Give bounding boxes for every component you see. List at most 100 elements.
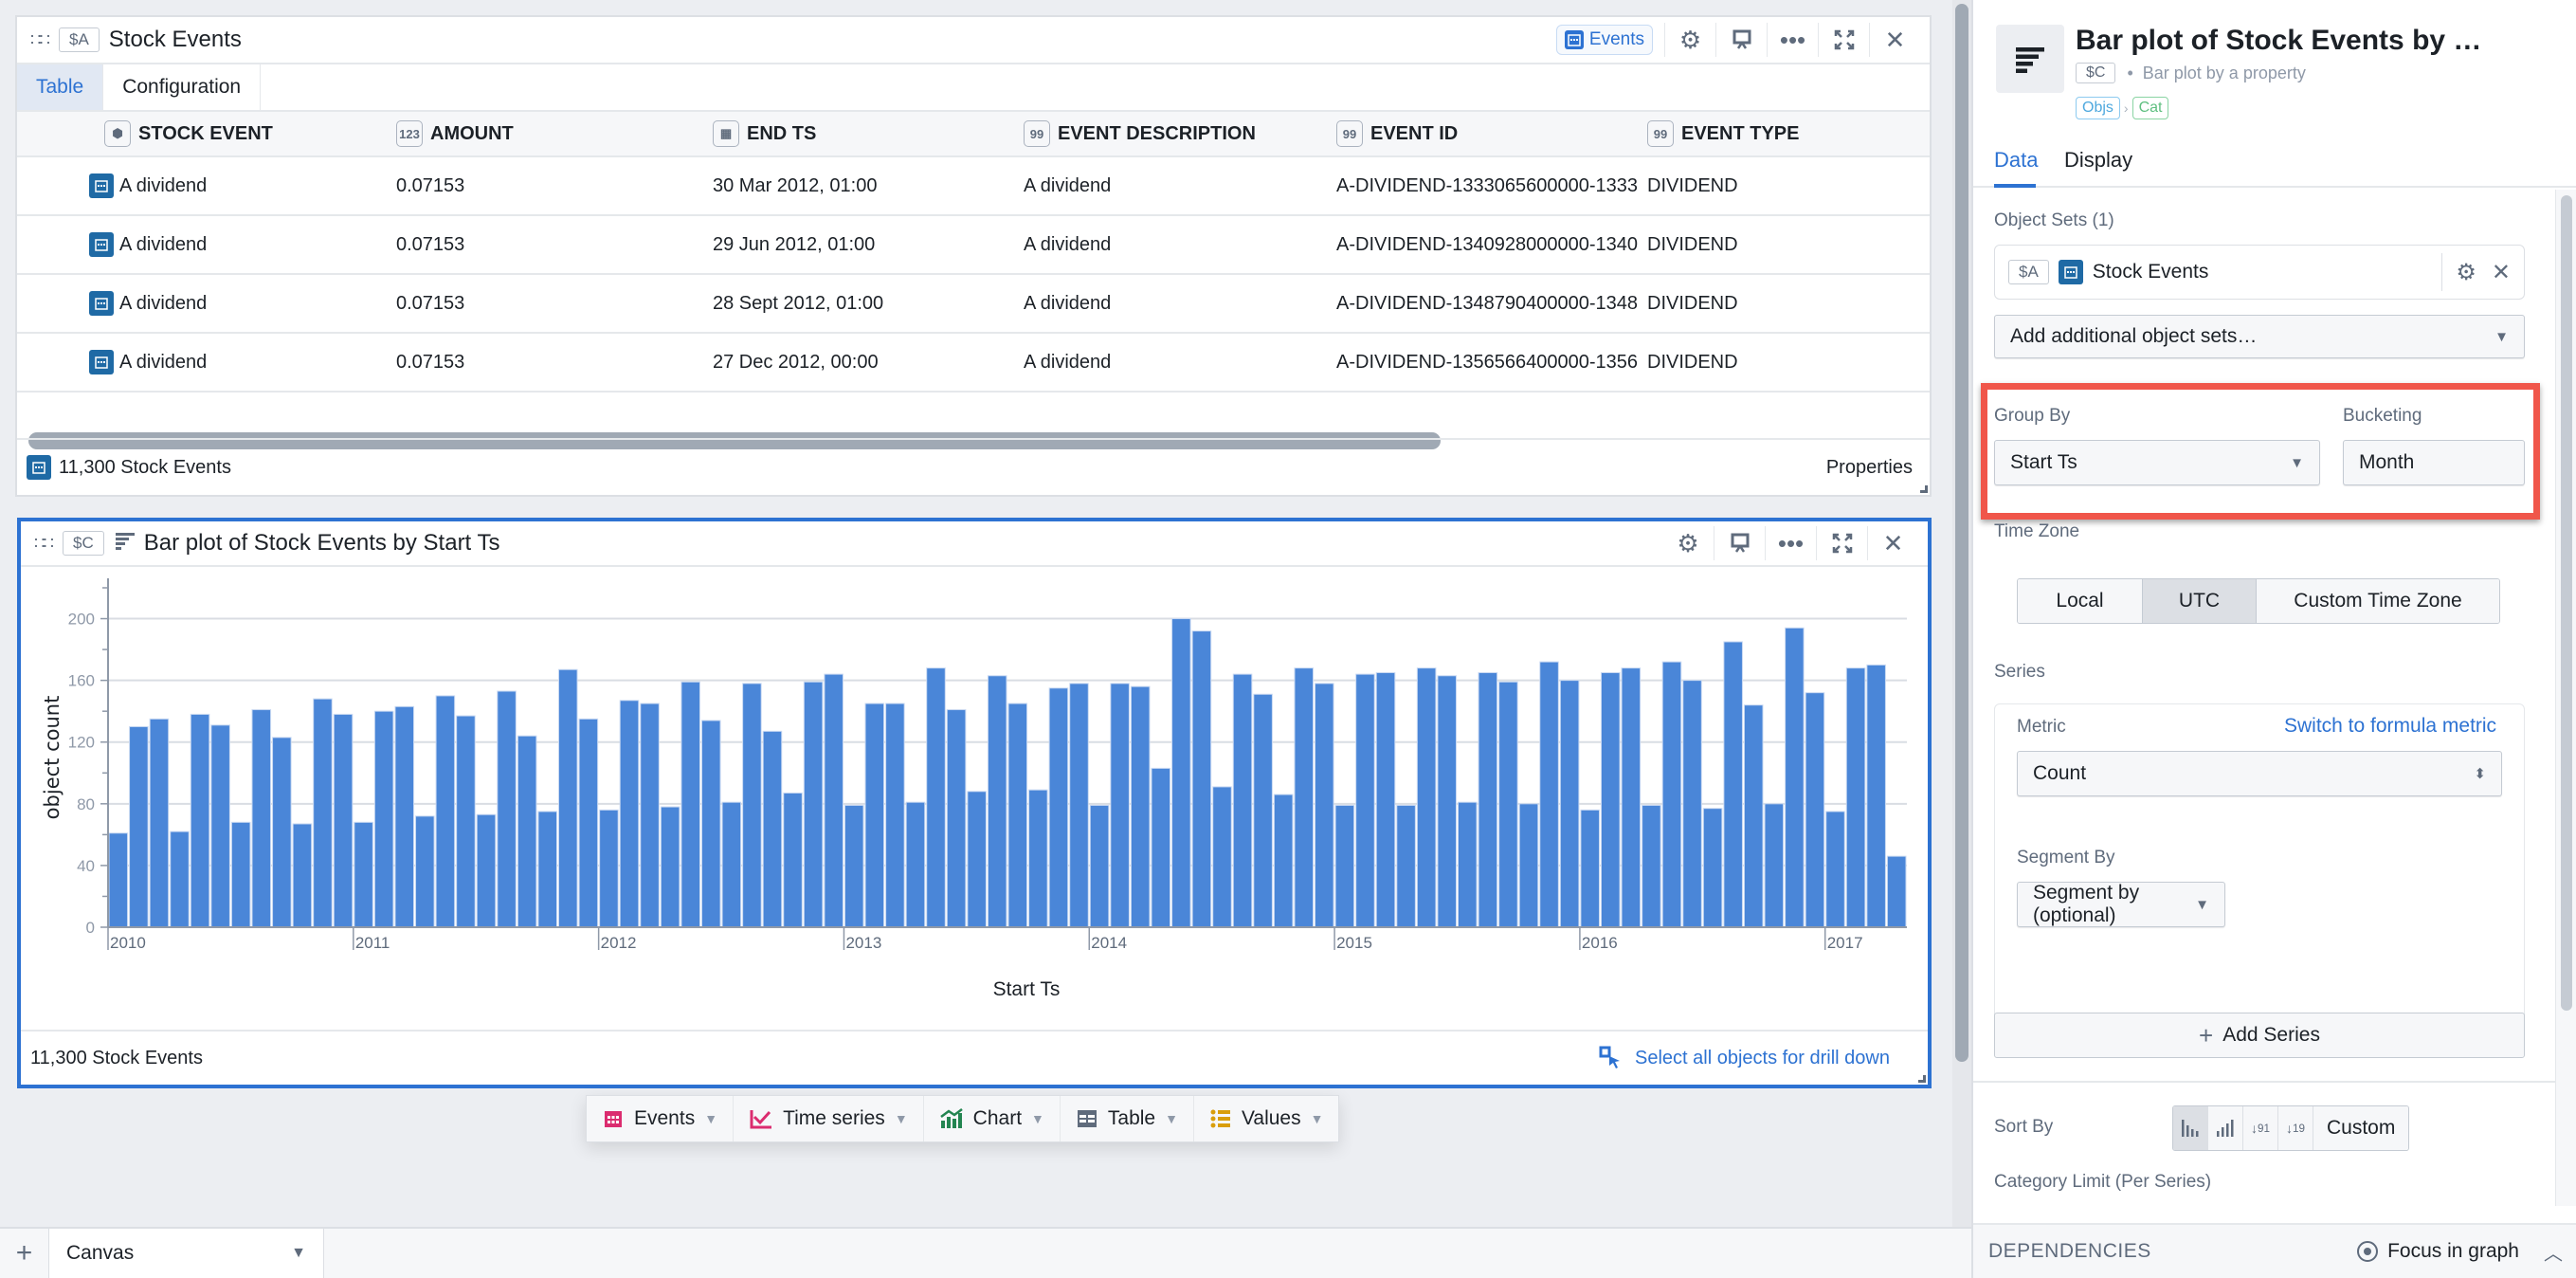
time-zone-custom[interactable]: Custom Time Zone: [2257, 579, 2499, 623]
bar[interactable]: [1212, 786, 1232, 928]
focus-in-graph-button[interactable]: Focus in graph: [2357, 1240, 2519, 1263]
column-header-event-id[interactable]: 99 EVENT ID: [1336, 120, 1458, 147]
table-cell[interactable]: A-DIVIDEND-1340928000000-1340: [1336, 234, 1638, 256]
sort-ascending-bars-icon[interactable]: [2208, 1106, 2243, 1150]
bar[interactable]: [987, 675, 1007, 928]
maximize-icon[interactable]: [1816, 526, 1867, 560]
bar[interactable]: [742, 683, 762, 928]
more-options-icon[interactable]: •••: [1765, 526, 1816, 560]
bar[interactable]: [1702, 808, 1723, 928]
bar[interactable]: [210, 724, 230, 928]
bar[interactable]: [1845, 667, 1866, 928]
bar[interactable]: [721, 801, 742, 928]
bar[interactable]: [905, 801, 926, 928]
drag-handle-icon[interactable]: ∷∷: [30, 30, 59, 50]
bar[interactable]: [1886, 855, 1907, 928]
scrollbar-thumb[interactable]: [2561, 195, 2572, 1011]
sort-custom-button[interactable]: Custom: [2313, 1106, 2409, 1150]
time-zone-local[interactable]: Local: [2018, 579, 2143, 623]
bar[interactable]: [1315, 683, 1334, 928]
bar[interactable]: [1621, 667, 1642, 928]
bar[interactable]: [619, 700, 640, 928]
bar[interactable]: [1007, 703, 1028, 928]
bar[interactable]: [1723, 641, 1743, 928]
close-icon[interactable]: ✕: [1869, 23, 1920, 57]
bar[interactable]: [1089, 804, 1110, 928]
settings-gear-icon[interactable]: ⚙: [1664, 23, 1715, 57]
bar[interactable]: [762, 730, 783, 928]
bar[interactable]: [1764, 803, 1785, 928]
bar[interactable]: [1191, 630, 1212, 928]
bar[interactable]: [230, 821, 251, 928]
bar[interactable]: [578, 718, 599, 928]
bar[interactable]: [1642, 804, 1661, 928]
bar[interactable]: [373, 710, 394, 928]
toolbar-time-series[interactable]: Time series ▼: [734, 1096, 924, 1141]
bar[interactable]: [170, 831, 190, 928]
bar[interactable]: [1825, 811, 1845, 928]
bar[interactable]: [129, 725, 149, 928]
bar[interactable]: [1580, 809, 1600, 928]
bar[interactable]: [926, 667, 946, 928]
bar[interactable]: [1498, 681, 1518, 928]
widget-title[interactable]: Bar plot of Stock Events by Start Ts: [144, 530, 500, 557]
bar[interactable]: [1273, 794, 1294, 928]
bar[interactable]: [149, 718, 170, 928]
bar[interactable]: [783, 792, 803, 928]
add-canvas-button[interactable]: +: [0, 1229, 49, 1278]
resize-handle[interactable]: [1918, 1075, 1926, 1083]
table-cell[interactable]: 29 Jun 2012, 01:00: [713, 234, 875, 256]
properties-button[interactable]: Properties: [1826, 457, 1913, 479]
settings-gear-icon[interactable]: ⚙: [2456, 259, 2476, 286]
table-cell[interactable]: A dividend: [1024, 352, 1111, 374]
bar[interactable]: [292, 823, 313, 928]
table-cell[interactable]: DIVIDEND: [1647, 234, 1738, 256]
bar[interactable]: [108, 832, 129, 928]
bar[interactable]: [1866, 664, 1886, 928]
bar[interactable]: [1805, 692, 1825, 928]
tab-data[interactable]: Data: [1994, 148, 2038, 173]
bar[interactable]: [1785, 627, 1805, 928]
table-cell[interactable]: 0.07153: [396, 175, 464, 197]
bar[interactable]: [885, 703, 905, 928]
drag-handle-icon[interactable]: ∷∷: [34, 534, 63, 554]
table-cell[interactable]: A-DIVIDEND-1333065600000-1333: [1336, 175, 1638, 197]
sort-default-icon[interactable]: [2173, 1106, 2208, 1150]
bar[interactable]: [1600, 672, 1621, 928]
bar[interactable]: [354, 821, 373, 928]
bar[interactable]: [1110, 683, 1130, 928]
table-cell[interactable]: A-DIVIDEND-1356566400000-1356: [1336, 352, 1638, 374]
dependencies-title[interactable]: DEPENDENCIES: [1988, 1240, 2151, 1263]
add-series-button[interactable]: + Add Series: [1994, 1013, 2525, 1058]
bar[interactable]: [1253, 693, 1273, 928]
tab-configuration[interactable]: Configuration: [103, 64, 262, 110]
column-header-event-type[interactable]: 99 EVENT TYPE: [1647, 120, 1799, 147]
table-row[interactable]: A dividend 0.07153 28 Sept 2012, 01:00 A di…: [17, 275, 1930, 334]
bar[interactable]: [1682, 680, 1702, 928]
bar[interactable]: [1232, 673, 1253, 928]
bar[interactable]: [1151, 767, 1171, 928]
bar[interactable]: [1069, 683, 1089, 928]
bar[interactable]: [456, 715, 476, 928]
bar[interactable]: [558, 668, 578, 928]
bar[interactable]: [313, 698, 333, 928]
bar[interactable]: [333, 713, 354, 928]
column-header-end-ts[interactable]: ▦ END TS: [713, 120, 816, 147]
table-cell[interactable]: DIVIDEND: [1647, 352, 1738, 374]
bar[interactable]: [1130, 685, 1151, 928]
bar[interactable]: [1559, 680, 1580, 928]
bucketing-select[interactable]: Month: [2343, 440, 2525, 485]
toolbar-values[interactable]: Values ▼: [1194, 1096, 1339, 1141]
maximize-icon[interactable]: [1818, 23, 1869, 57]
table-row[interactable]: A dividend 0.07153 29 Jun 2012, 01:00 A div…: [17, 216, 1930, 275]
bar[interactable]: [497, 690, 517, 928]
add-object-sets-select[interactable]: Add additional object sets… ▼: [1994, 315, 2525, 358]
group-by-select[interactable]: Start Ts ▼: [1994, 440, 2320, 485]
events-chip[interactable]: Events: [1555, 25, 1653, 55]
sort-desc-9-1-icon[interactable]: ↓ 9 1: [2243, 1106, 2278, 1150]
bar[interactable]: [967, 791, 987, 928]
bar[interactable]: [1743, 704, 1764, 928]
bar[interactable]: [1375, 672, 1396, 928]
table-cell[interactable]: A dividend: [1024, 175, 1111, 197]
bar[interactable]: [435, 695, 456, 928]
